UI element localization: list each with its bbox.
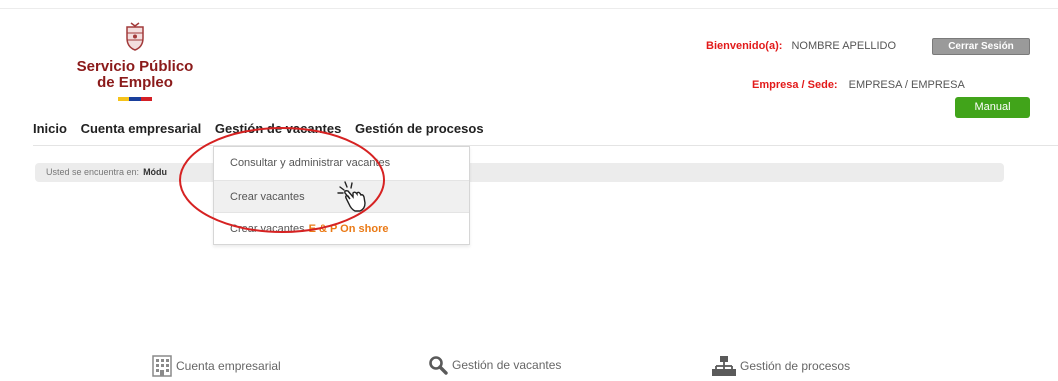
company-value: EMPRESA / EMPRESA [848,79,965,91]
nav-divider [33,145,1058,146]
dropdown-item-consultar[interactable]: Consultar y administrar vacantes [214,147,469,180]
manual-button[interactable]: Manual [955,97,1030,118]
logo[interactable]: Servicio Público de Empleo [60,22,210,101]
breadcrumb-prefix: Usted se encuentra en: [46,167,140,177]
user-name: NOMBRE APELLIDO [791,40,897,52]
colombian-flag [118,97,152,101]
welcome-text: Bienvenido(a): NOMBRE APELLIDO [706,40,896,52]
welcome-label: Bienvenido(a): [706,40,783,52]
menu-inicio[interactable]: Inicio [33,121,67,136]
quicklink-gestion-procesos[interactable]: Gestión de procesos [712,355,850,377]
coat-of-arms-icon [126,22,144,51]
breadcrumb-current: Módu [143,167,168,177]
quicklink-label: Gestión de procesos [740,359,851,373]
menu-cuenta-empresarial[interactable]: Cuenta empresarial [81,121,202,136]
menu-gestion-procesos[interactable]: Gestión de procesos [355,121,484,136]
quicklink-cuenta-empresarial[interactable]: Cuenta empresarial [152,355,281,377]
org-chart-icon [712,356,736,376]
menu-gestion-vacantes[interactable]: Gestión de vacantes [215,121,341,136]
dropdown-item-label: Crear vacantes [230,191,305,203]
dropdown-item-label: Crear vacantes [230,223,305,235]
building-icon [152,355,172,377]
company-info: Empresa / Sede: EMPRESA / EMPRESA [752,79,965,91]
quicklink-label: Gestión de vacantes [452,358,562,372]
logo-line2: de Empleo [97,74,173,91]
main-menu: Inicio Cuenta empresarial Gestión de vac… [33,121,494,136]
dropdown-item-crear-ep[interactable]: Crear vacantes E & P On shore [214,213,469,246]
search-icon [429,356,448,375]
quicklink-label: Cuenta empresarial [176,359,281,373]
top-divider [0,8,1058,9]
hand-pointer-icon [337,181,366,212]
quicklink-gestion-vacantes[interactable]: Gestión de vacantes [428,355,561,375]
breadcrumb: Usted se encuentra en: Módu [35,163,1004,182]
dropdown-item-accent: E & P On shore [308,223,389,235]
dropdown-item-label: Consultar y administrar vacantes [230,157,391,169]
company-label: Empresa / Sede: [752,79,838,91]
logo-line1: Servicio Público [76,58,194,75]
logout-button[interactable]: Cerrar Sesión [932,38,1030,55]
